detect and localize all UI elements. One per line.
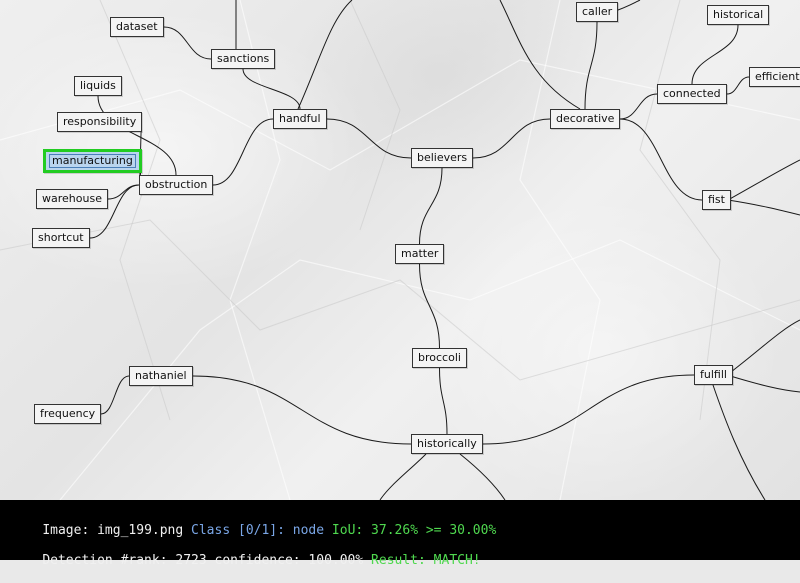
node-label: warehouse <box>42 192 102 205</box>
result-text: Result: MATCH! <box>371 553 481 568</box>
node-label: responsibility <box>63 115 137 128</box>
detection-status-bar: Image: img_199.png Class [0/1]: node IoU… <box>0 500 800 568</box>
node-label: sanctions <box>217 52 270 65</box>
node-label: fist <box>708 193 725 206</box>
edge-connected-historical <box>691 24 739 85</box>
node-label: historically <box>417 437 477 450</box>
node-fulfill[interactable]: fulfill <box>694 365 733 385</box>
node-label: matter <box>401 247 439 260</box>
node-label: manufacturing <box>49 154 136 168</box>
edge-offscreen-4 <box>727 199 800 216</box>
node-responsibility[interactable]: responsibility <box>57 112 143 132</box>
node-label: caller <box>582 5 613 18</box>
node-nathaniel[interactable]: nathaniel <box>129 366 193 386</box>
node-warehouse[interactable]: warehouse <box>36 189 108 209</box>
image-name: img_199.png <box>97 523 184 538</box>
edge-offscreen-5 <box>727 159 800 201</box>
node-decorative[interactable]: decorative <box>550 109 621 129</box>
node-label: dataset <box>116 20 158 33</box>
node-label: obstruction <box>145 178 208 191</box>
node-dataset[interactable]: dataset <box>110 17 164 37</box>
node-label: connected <box>663 87 721 100</box>
node-handful[interactable]: handful <box>273 109 327 129</box>
node-label: shortcut <box>38 231 84 244</box>
edge-believers-matter <box>419 167 443 245</box>
node-historical[interactable]: historical <box>707 5 770 25</box>
edge-offscreen-8 <box>712 384 766 500</box>
edge-offscreen-7 <box>726 374 800 393</box>
node-obstruction[interactable]: obstruction <box>139 175 214 195</box>
node-label: liquids <box>80 79 116 92</box>
node-label: broccoli <box>418 351 461 364</box>
node-efficient[interactable]: efficient <box>749 67 800 87</box>
node-sanctions[interactable]: sanctions <box>211 49 276 69</box>
edge-offscreen-2 <box>499 0 581 110</box>
edge-decorative-caller <box>584 21 598 110</box>
node-label: handful <box>279 112 321 125</box>
edge-offscreen-10 <box>459 453 506 500</box>
edge-frequency-nathaniel <box>100 375 130 415</box>
edge-offscreen-1 <box>297 0 353 110</box>
node-manufacturing[interactable]: manufacturing <box>43 149 142 173</box>
image-label: Image: <box>42 523 98 538</box>
detection-text: Detection #rank: 2723 confidence: 100.00… <box>42 553 364 568</box>
node-believers[interactable]: believers <box>411 148 474 168</box>
iou-text: IoU: 37.26% >= 30.00% <box>331 523 497 538</box>
edge-connected-efficient <box>726 76 750 95</box>
node-frequency[interactable]: frequency <box>34 404 102 424</box>
edge-matter-broccoli <box>419 263 440 349</box>
node-matter[interactable]: matter <box>395 244 445 264</box>
edge-broccoli-historically <box>439 367 448 435</box>
edge-offscreen-6 <box>726 319 800 376</box>
node-label: believers <box>417 151 468 164</box>
edge-sanctions-handful <box>242 68 301 110</box>
node-label: efficient <box>755 70 800 83</box>
edge-dataset-sanctions <box>163 26 212 60</box>
diagram-canvas: dataset sanctions liquids responsibility… <box>0 0 800 500</box>
node-label: nathaniel <box>135 369 187 382</box>
edge-warehouse-obstruction <box>107 184 140 200</box>
class-name: node <box>292 523 325 538</box>
node-caller[interactable]: caller <box>576 2 619 22</box>
node-historically[interactable]: historically <box>411 434 483 454</box>
node-label: fulfill <box>700 368 727 381</box>
edge-offscreen-9 <box>379 453 427 500</box>
node-label: decorative <box>556 112 615 125</box>
class-text: Class [0/1]: <box>191 523 285 538</box>
edge-obstruction-handful <box>212 118 274 186</box>
edge-believers-decorative <box>472 118 551 159</box>
node-liquids[interactable]: liquids <box>74 76 122 96</box>
node-label: historical <box>713 8 764 21</box>
edge-decorative-connected <box>619 93 658 120</box>
node-fist[interactable]: fist <box>702 190 731 210</box>
edge-nathaniel-historically <box>192 375 412 445</box>
node-connected[interactable]: connected <box>657 84 727 104</box>
edge-decorative-fist <box>619 118 703 201</box>
node-broccoli[interactable]: broccoli <box>412 348 467 368</box>
edge-handful-believers <box>326 118 412 159</box>
node-label: frequency <box>40 407 96 420</box>
edge-historically-fulfill <box>482 374 695 445</box>
hud-line-2: Detection #rank: 2723 confidence: 100.00… <box>11 538 481 583</box>
node-shortcut[interactable]: shortcut <box>32 228 90 248</box>
